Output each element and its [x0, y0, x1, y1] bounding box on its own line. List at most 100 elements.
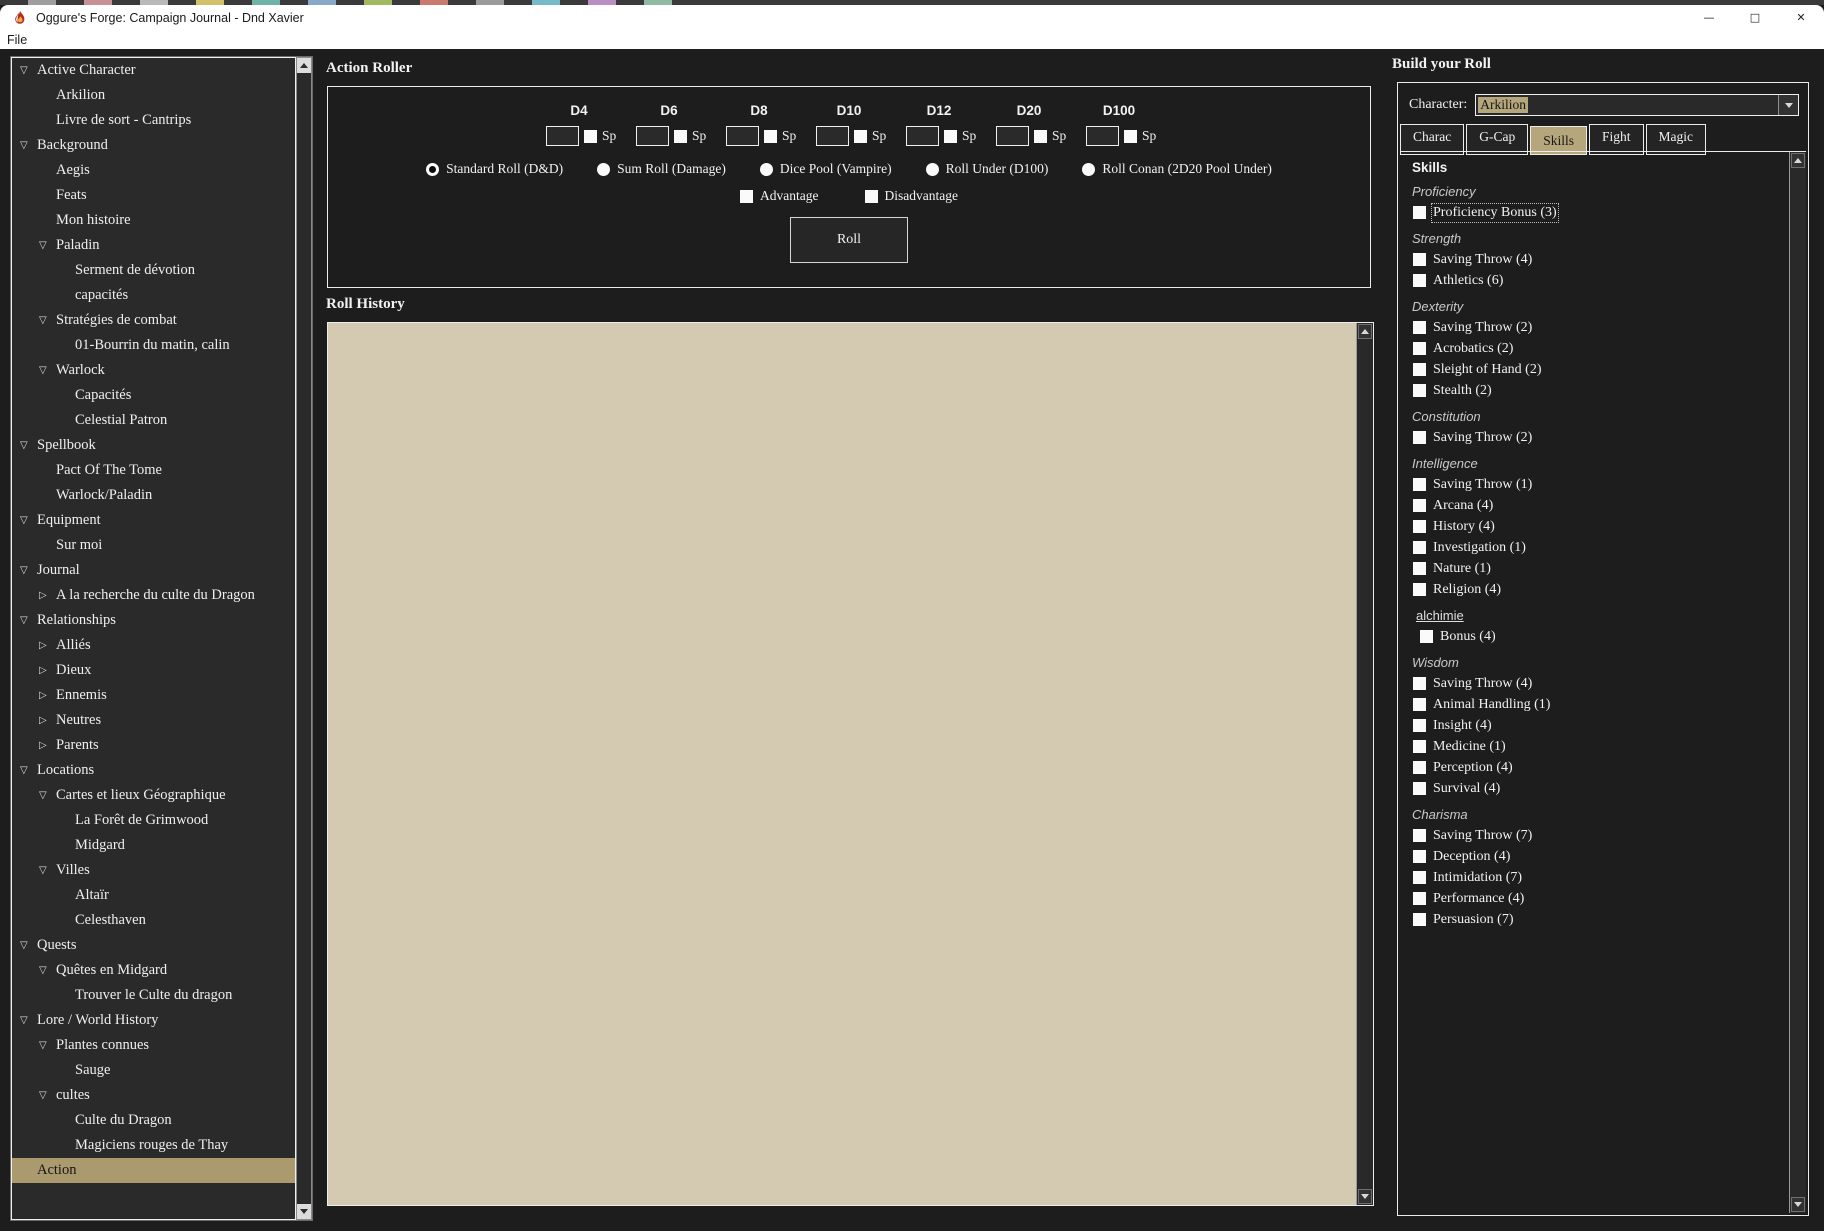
tree-item-quests[interactable]: ▽ Quests — [12, 933, 295, 958]
tree-item-neutres[interactable]: ▷ Neutres — [12, 708, 295, 733]
checkbox-icon[interactable] — [1413, 871, 1426, 884]
expand-icon[interactable]: ▷ — [39, 690, 56, 701]
skill-insight-4-checkbox[interactable]: Insight (4) — [1412, 716, 1789, 735]
roll-mode-dice-pool-vampire[interactable]: Dice Pool (Vampire) — [759, 161, 892, 177]
tree-item-journal[interactable]: ▽ Journal — [12, 558, 295, 583]
tree-item-warlock[interactable]: ▽ Warlock — [12, 358, 295, 383]
checkbox-icon[interactable] — [1413, 253, 1426, 266]
tree-item-villes[interactable]: ▽ Villes — [12, 858, 295, 883]
checkbox-icon[interactable] — [1413, 740, 1426, 753]
d20-sp-checkbox[interactable] — [1034, 129, 1047, 143]
tree-item-lore-world-history[interactable]: ▽ Lore / World History — [12, 1008, 295, 1033]
tree-item-relationships[interactable]: ▽ Relationships — [12, 608, 295, 633]
tree-item-background[interactable]: ▽ Background — [12, 133, 295, 158]
checkbox-icon[interactable] — [1413, 321, 1426, 334]
tree-item-livre-de-sort-cantrips[interactable]: Livre de sort - Cantrips — [12, 108, 295, 133]
tree-item-ennemis[interactable]: ▷ Ennemis — [12, 683, 295, 708]
roll-mode-roll-conan-2d20-pool-under[interactable]: Roll Conan (2D20 Pool Under) — [1082, 161, 1272, 177]
radio-icon[interactable] — [759, 162, 773, 176]
checkbox-icon[interactable] — [1420, 630, 1433, 643]
roll-history-scrollbar[interactable] — [1356, 323, 1373, 1205]
skill-saving-throw-2-checkbox[interactable]: Saving Throw (2) — [1412, 318, 1789, 337]
tree-item-equipment[interactable]: ▽ Equipment — [12, 508, 295, 533]
collapse-icon[interactable]: ▽ — [20, 765, 37, 776]
checkbox-icon[interactable] — [1413, 719, 1426, 732]
tree-item-cartes-et-lieux-g-ographique[interactable]: ▽ Cartes et lieux Géographique — [12, 783, 295, 808]
tree-item-culte-du-dragon[interactable]: Culte du Dragon — [12, 1108, 295, 1133]
tree-item-magiciens-rouges-de-thay[interactable]: Magiciens rouges de Thay — [12, 1133, 295, 1158]
checkbox-icon[interactable] — [1413, 520, 1426, 533]
skill-proficiency-bonus-3-checkbox[interactable]: Proficiency Bonus (3) — [1412, 202, 1789, 223]
collapse-icon[interactable]: ▽ — [39, 315, 56, 326]
menu-file[interactable]: File — [0, 33, 34, 47]
skill-sleight-of-hand-2-checkbox[interactable]: Sleight of Hand (2) — [1412, 360, 1789, 379]
tree-item-plantes-connues[interactable]: ▽ Plantes connues — [12, 1033, 295, 1058]
checkbox-icon[interactable] — [1413, 583, 1426, 596]
tree-item-strat-gies-de-combat[interactable]: ▽ Stratégies de combat — [12, 308, 295, 333]
skill-athletics-6-checkbox[interactable]: Athletics (6) — [1412, 271, 1789, 290]
tree-item-pact-of-the-tome[interactable]: Pact Of The Tome — [12, 458, 295, 483]
expand-icon[interactable]: ▷ — [39, 715, 56, 726]
skill-bonus-4-checkbox[interactable]: Bonus (4) — [1412, 627, 1789, 646]
d6-count-input[interactable] — [636, 126, 669, 146]
collapse-icon[interactable]: ▽ — [20, 440, 37, 451]
roll-mode-roll-under-d100[interactable]: Roll Under (D100) — [925, 161, 1048, 177]
radio-icon[interactable] — [925, 162, 939, 176]
skill-saving-throw-7-checkbox[interactable]: Saving Throw (7) — [1412, 826, 1789, 845]
checkbox-icon[interactable] — [1413, 892, 1426, 905]
skill-saving-throw-2-checkbox[interactable]: Saving Throw (2) — [1412, 428, 1789, 447]
advantage-checkbox[interactable]: Advantage — [740, 188, 819, 204]
expand-icon[interactable]: ▷ — [39, 640, 56, 651]
d12-sp-checkbox[interactable] — [944, 129, 957, 143]
tree-item-arkilion[interactable]: Arkilion — [12, 83, 295, 108]
tree-item-paladin[interactable]: ▽ Paladin — [12, 233, 295, 258]
expand-icon[interactable]: ▷ — [39, 665, 56, 676]
checkbox-icon[interactable] — [1413, 206, 1426, 219]
tree-item-la-for-t-de-grimwood[interactable]: La Forêt de Grimwood — [12, 808, 295, 833]
tree-item-sauge[interactable]: Sauge — [12, 1058, 295, 1083]
skill-investigation-1-checkbox[interactable]: Investigation (1) — [1412, 538, 1789, 557]
radio-icon[interactable] — [426, 162, 440, 176]
d6-sp-checkbox[interactable] — [674, 129, 687, 143]
d20-count-input[interactable] — [996, 126, 1029, 146]
d4-count-input[interactable] — [546, 126, 579, 146]
disadvantage-checkbox[interactable]: Disadvantage — [864, 188, 958, 204]
collapse-icon[interactable]: ▽ — [39, 865, 56, 876]
skill-intimidation-7-checkbox[interactable]: Intimidation (7) — [1412, 868, 1789, 887]
tree-item-feats[interactable]: Feats — [12, 183, 295, 208]
collapse-icon[interactable]: ▽ — [20, 515, 37, 526]
roll-mode-sum-roll-damage[interactable]: Sum Roll (Damage) — [597, 161, 726, 177]
checkbox-icon[interactable] — [1413, 782, 1426, 795]
skill-animal-handling-1-checkbox[interactable]: Animal Handling (1) — [1412, 695, 1789, 714]
checkbox-icon[interactable] — [1413, 274, 1426, 287]
character-select[interactable]: Arkilion — [1475, 94, 1799, 116]
checkbox-icon[interactable] — [1413, 363, 1426, 376]
minimize-button[interactable]: — — [1686, 5, 1732, 30]
tree-item-capacit-s[interactable]: capacités — [12, 283, 295, 308]
scroll-down-icon[interactable] — [297, 1204, 311, 1219]
collapse-icon[interactable]: ▽ — [20, 65, 37, 76]
tree-item-aegis[interactable]: Aegis — [12, 158, 295, 183]
tree-item-mon-histoire[interactable]: Mon histoire — [12, 208, 295, 233]
collapse-icon[interactable]: ▽ — [39, 365, 56, 376]
collapse-icon[interactable]: ▽ — [39, 1090, 56, 1101]
checkbox-icon[interactable] — [1413, 829, 1426, 842]
tree-item-celesthaven[interactable]: Celesthaven — [12, 908, 295, 933]
scroll-up-icon[interactable] — [297, 58, 311, 73]
skill-survival-4-checkbox[interactable]: Survival (4) — [1412, 779, 1789, 798]
skill-perception-4-checkbox[interactable]: Perception (4) — [1412, 758, 1789, 777]
collapse-icon[interactable]: ▽ — [39, 240, 56, 251]
collapse-icon[interactable]: ▽ — [20, 140, 37, 151]
collapse-icon[interactable]: ▽ — [20, 565, 37, 576]
tree-item-sur-moi[interactable]: Sur moi — [12, 533, 295, 558]
scroll-down-icon[interactable] — [1358, 1189, 1372, 1204]
tree-item-midgard[interactable]: Midgard — [12, 833, 295, 858]
skill-saving-throw-1-checkbox[interactable]: Saving Throw (1) — [1412, 475, 1789, 494]
checkbox-icon[interactable] — [1413, 913, 1426, 926]
d12-count-input[interactable] — [906, 126, 939, 146]
scroll-down-icon[interactable] — [1791, 1197, 1805, 1212]
radio-icon[interactable] — [1082, 162, 1096, 176]
expand-icon[interactable]: ▷ — [39, 740, 56, 751]
d8-count-input[interactable] — [726, 126, 759, 146]
d10-count-input[interactable] — [816, 126, 849, 146]
